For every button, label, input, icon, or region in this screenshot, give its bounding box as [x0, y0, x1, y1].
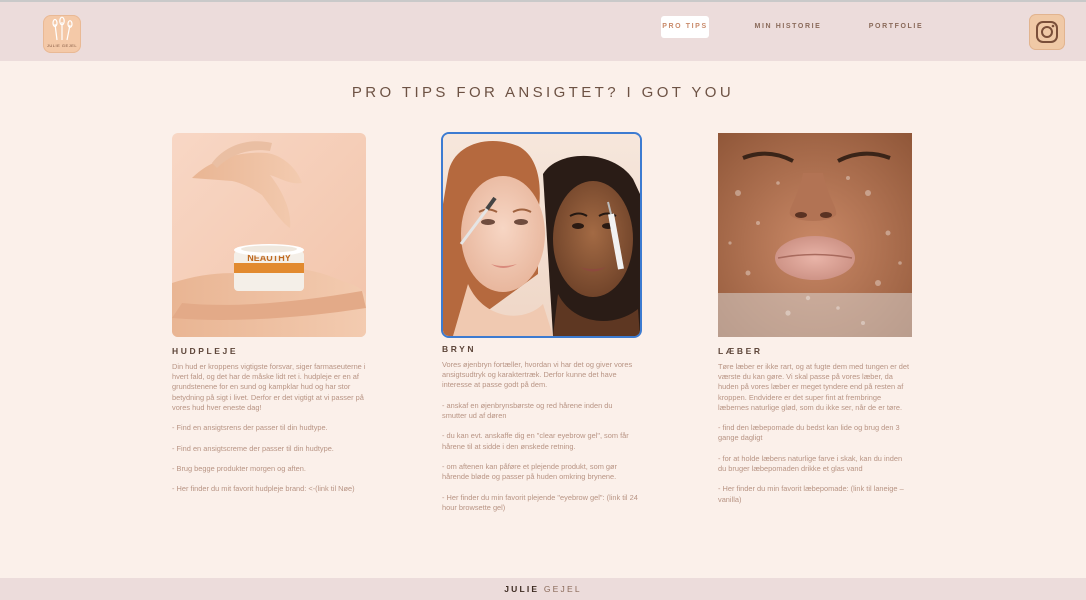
hand-with-cream-jar-photo: NEAUTHY [172, 133, 366, 337]
top-navigation-bar: JULIE GEJEL PRO TIPS MIN HISTORIE PORTFO… [0, 0, 1086, 61]
footer-last-name: GEJEL [543, 584, 582, 594]
instagram-button[interactable] [1029, 14, 1065, 50]
two-women-brow-gel-photo[interactable] [441, 132, 642, 338]
section-laeber: LÆBER Tøre læber er ikke rart, og at fug… [718, 133, 914, 505]
logo[interactable]: JULIE GEJEL [43, 15, 81, 53]
footer: JULIE GEJEL [0, 578, 1086, 600]
section-hudpleje: NEAUTHY HUDPLEJE Din hud er kroppens vig… [172, 133, 368, 495]
section-heading: LÆBER [718, 346, 763, 356]
logo-text: JULIE GEJEL [46, 43, 78, 48]
page-title: PRO TIPS FOR ANSIGTET? I GOT YOU [351, 84, 735, 101]
lips-behind-wet-glass-photo [718, 133, 912, 337]
section-bryn: BRYN Vores øjenbryn fortæller, hvordan v… [441, 132, 642, 513]
section-heading: HUDPLEJE [172, 346, 239, 356]
instagram-icon [1036, 21, 1058, 43]
section-body: Tøre læber er ikke rart, og at fugte dem… [718, 362, 910, 504]
section-heading: BRYN [442, 344, 477, 354]
nav-min-historie[interactable]: MIN HISTORIE [748, 16, 828, 38]
section-body: Vores øjenbryn fortæller, hvordan vi har… [442, 360, 638, 512]
footer-first-name: JULIE [504, 584, 540, 594]
section-body: Din hud er kroppens vigtigste forsvar, s… [172, 362, 366, 494]
nav-portfolie[interactable]: PORTFOLIE [862, 16, 930, 38]
nav-pro-tips[interactable]: PRO TIPS [661, 16, 709, 38]
